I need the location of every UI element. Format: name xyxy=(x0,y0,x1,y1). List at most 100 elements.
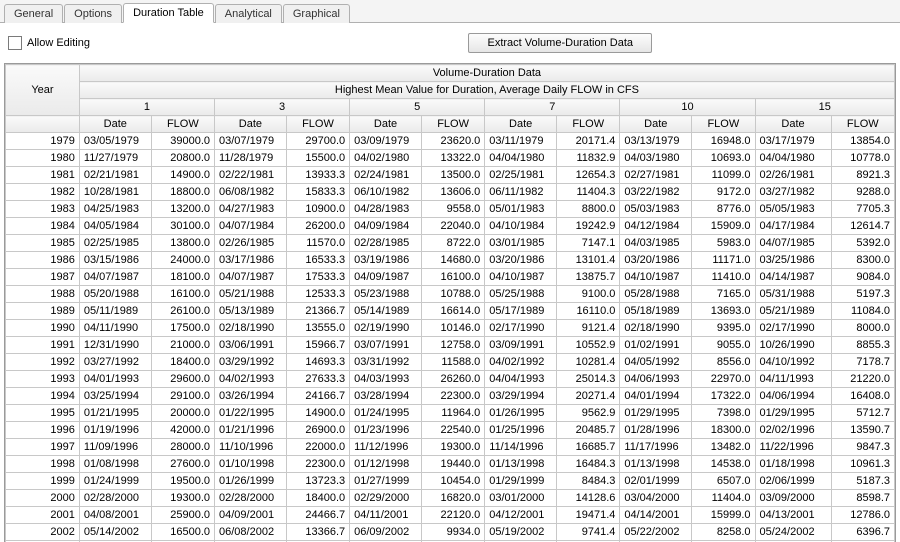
date-cell: 01/27/1999 xyxy=(350,473,422,490)
year-cell: 1996 xyxy=(6,422,80,439)
flow-cell: 20000.0 xyxy=(151,405,214,422)
flow-cell: 22000.0 xyxy=(286,439,349,456)
date-cell: 02/21/1981 xyxy=(79,167,151,184)
flow-cell: 42000.0 xyxy=(151,422,214,439)
flow-cell: 19471.4 xyxy=(557,507,620,524)
flow-cell: 22300.0 xyxy=(421,388,484,405)
date-cell: 03/26/1994 xyxy=(215,388,287,405)
tab-options[interactable]: Options xyxy=(64,4,122,23)
flow-cell: 12786.0 xyxy=(831,507,894,524)
flow-cell: 8300.0 xyxy=(831,252,894,269)
flow-cell: 8800.0 xyxy=(557,201,620,218)
tab-analytical[interactable]: Analytical xyxy=(215,4,282,23)
tab-general[interactable]: General xyxy=(4,4,63,23)
date-cell: 05/25/1988 xyxy=(485,286,557,303)
flow-cell: 10281.4 xyxy=(557,354,620,371)
date-cell: 04/01/1994 xyxy=(620,388,692,405)
table-row: 198704/07/198718100.004/07/198717533.304… xyxy=(6,269,895,286)
date-header: Date xyxy=(79,116,151,133)
date-cell: 02/25/1981 xyxy=(485,167,557,184)
flow-cell: 16500.0 xyxy=(151,524,214,541)
allow-editing-checkbox[interactable]: Allow Editing xyxy=(8,36,90,50)
date-cell: 01/10/1998 xyxy=(215,456,287,473)
flow-cell: 9084.0 xyxy=(831,269,894,286)
date-cell: 02/28/1985 xyxy=(350,235,422,252)
year-cell: 1999 xyxy=(6,473,80,490)
toolbar: Allow Editing Extract Volume-Duration Da… xyxy=(0,23,900,63)
flow-cell: 9055.0 xyxy=(692,337,755,354)
date-cell: 06/11/1982 xyxy=(485,184,557,201)
year-cell: 1983 xyxy=(6,201,80,218)
flow-cell: 9121.4 xyxy=(557,320,620,337)
flow-cell: 13482.0 xyxy=(692,439,755,456)
flow-header: FLOW xyxy=(151,116,214,133)
table-row: 199004/11/199017500.002/18/199013555.002… xyxy=(6,320,895,337)
flow-cell: 14900.0 xyxy=(286,405,349,422)
flow-cell: 20485.7 xyxy=(557,422,620,439)
date-cell: 02/01/1999 xyxy=(620,473,692,490)
flow-cell: 24166.7 xyxy=(286,388,349,405)
date-cell: 04/03/1993 xyxy=(350,371,422,388)
flow-cell: 19300.0 xyxy=(421,439,484,456)
date-cell: 03/17/1986 xyxy=(215,252,287,269)
date-cell: 04/06/1994 xyxy=(755,388,831,405)
flow-cell: 22120.0 xyxy=(421,507,484,524)
flow-cell: 10788.0 xyxy=(421,286,484,303)
date-cell: 03/13/1979 xyxy=(620,133,692,150)
tab-graphical[interactable]: Graphical xyxy=(283,4,350,23)
flow-cell: 13200.0 xyxy=(151,201,214,218)
date-cell: 02/17/1990 xyxy=(485,320,557,337)
flow-cell: 15500.0 xyxy=(286,150,349,167)
flow-cell: 17533.3 xyxy=(286,269,349,286)
table-row: 198102/21/198114900.002/22/198113933.302… xyxy=(6,167,895,184)
flow-cell: 29100.0 xyxy=(151,388,214,405)
date-cell: 04/10/1987 xyxy=(620,269,692,286)
date-cell: 03/31/1992 xyxy=(350,354,422,371)
date-cell: 11/14/1996 xyxy=(485,439,557,456)
date-cell: 11/12/1996 xyxy=(350,439,422,456)
date-cell: 04/09/1987 xyxy=(350,269,422,286)
table-row: 197903/05/197939000.003/07/197929700.003… xyxy=(6,133,895,150)
flow-cell: 18400.0 xyxy=(286,490,349,507)
flow-cell: 9172.0 xyxy=(692,184,755,201)
flow-cell: 15909.0 xyxy=(692,218,755,235)
flow-cell: 7178.7 xyxy=(831,354,894,371)
year-cell: 1997 xyxy=(6,439,80,456)
tab-duration-table[interactable]: Duration Table xyxy=(123,3,214,23)
date-cell: 01/28/1996 xyxy=(620,422,692,439)
date-cell: 03/09/2000 xyxy=(755,490,831,507)
date-cell: 10/28/1981 xyxy=(79,184,151,201)
year-cell: 1984 xyxy=(6,218,80,235)
flow-cell: 19500.0 xyxy=(151,473,214,490)
flow-cell: 11171.0 xyxy=(692,252,755,269)
year-cell: 1991 xyxy=(6,337,80,354)
flow-cell: 10552.9 xyxy=(557,337,620,354)
flow-cell: 16110.0 xyxy=(557,303,620,320)
date-cell: 11/28/1979 xyxy=(215,150,287,167)
date-cell: 05/20/1988 xyxy=(79,286,151,303)
table-row: 198502/25/198513800.002/26/198511570.002… xyxy=(6,235,895,252)
extract-button[interactable]: Extract Volume-Duration Data xyxy=(468,33,652,53)
table-row: 199801/08/199827600.001/10/199822300.001… xyxy=(6,456,895,473)
flow-header: FLOW xyxy=(286,116,349,133)
table-row: 198603/15/198624000.003/17/198616533.303… xyxy=(6,252,895,269)
year-cell: 1998 xyxy=(6,456,80,473)
flow-cell: 11410.0 xyxy=(692,269,755,286)
date-cell: 11/22/1996 xyxy=(755,439,831,456)
flow-cell: 11570.0 xyxy=(286,235,349,252)
flow-cell: 5983.0 xyxy=(692,235,755,252)
table-row: 198011/27/197920800.011/28/197915500.004… xyxy=(6,150,895,167)
flow-cell: 24000.0 xyxy=(151,252,214,269)
table-row: 199501/21/199520000.001/22/199514900.001… xyxy=(6,405,895,422)
flow-cell: 14693.3 xyxy=(286,354,349,371)
date-cell: 04/25/1983 xyxy=(79,201,151,218)
date-cell: 03/17/1979 xyxy=(755,133,831,150)
date-cell: 05/19/2002 xyxy=(485,524,557,541)
date-cell: 10/26/1990 xyxy=(755,337,831,354)
flow-cell: 6396.7 xyxy=(831,524,894,541)
flow-cell: 8722.0 xyxy=(421,235,484,252)
table-row: 198210/28/198118800.006/08/198215833.306… xyxy=(6,184,895,201)
date-cell: 05/18/1989 xyxy=(620,303,692,320)
date-cell: 01/12/1998 xyxy=(350,456,422,473)
flow-cell: 7398.0 xyxy=(692,405,755,422)
